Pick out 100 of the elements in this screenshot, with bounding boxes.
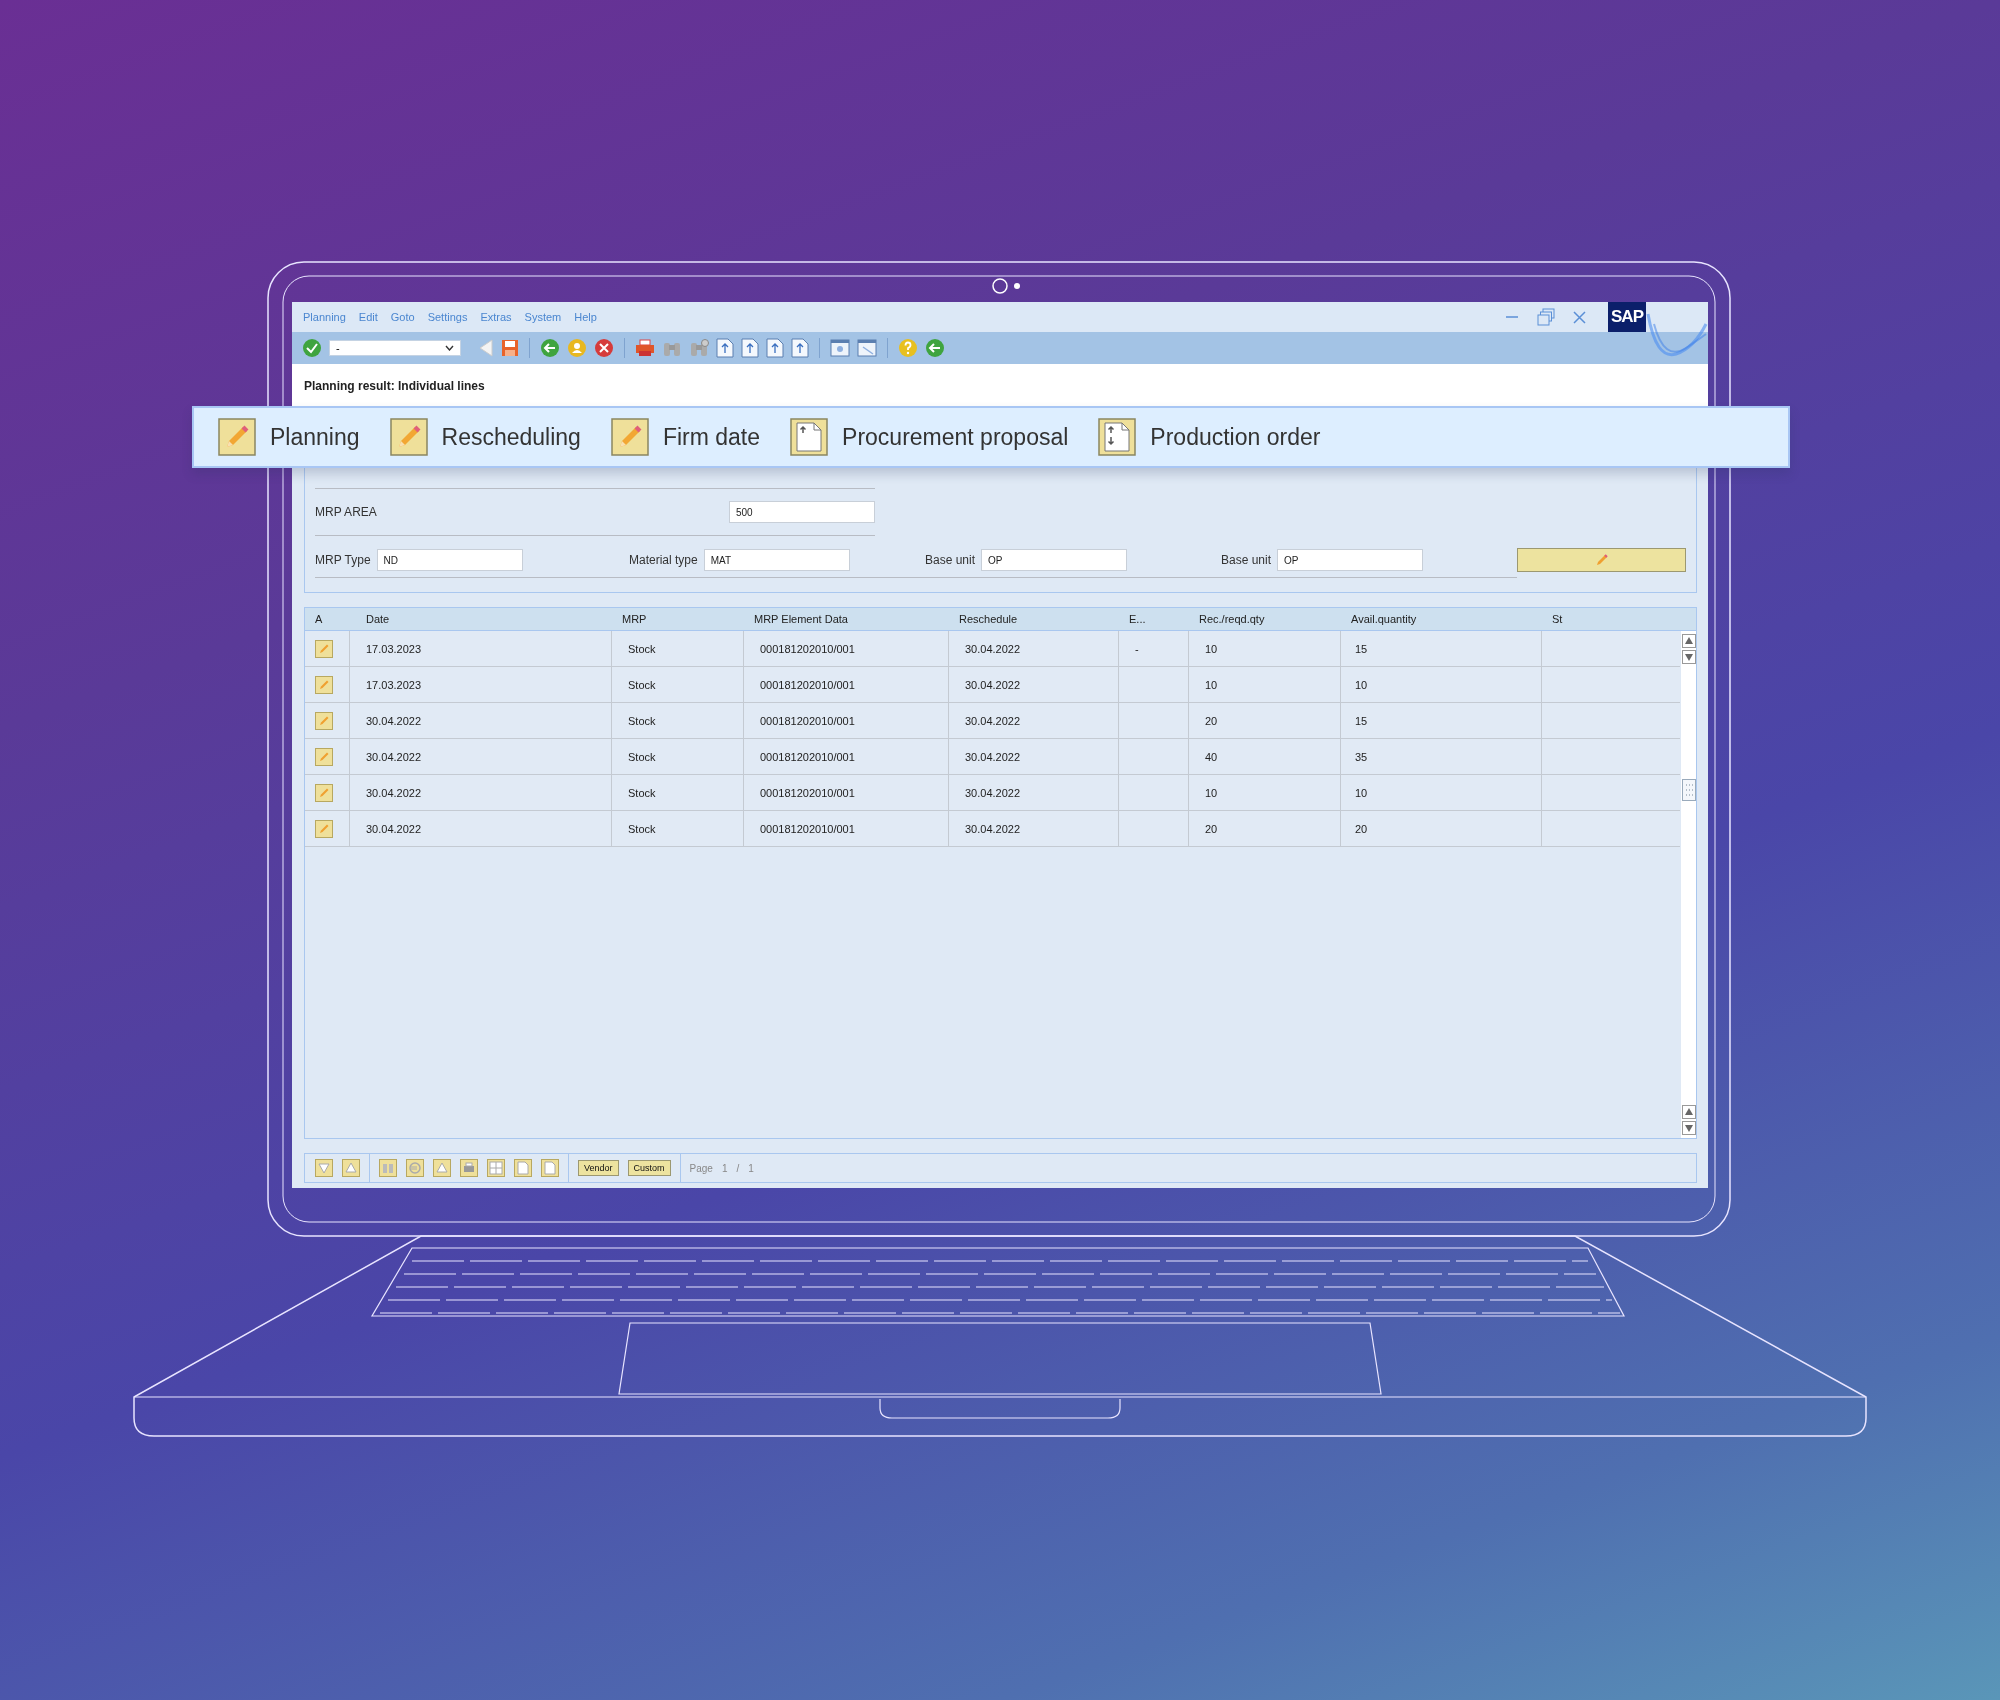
scroll-handle-icon[interactable] <box>1681 778 1696 801</box>
column-header[interactable]: E... <box>1119 613 1189 625</box>
printer-icon[interactable] <box>635 339 655 357</box>
table-cell: 10 <box>1205 786 1218 799</box>
page-arrow-icon[interactable] <box>791 338 809 358</box>
action-button[interactable]: Rescheduling <box>389 418 581 456</box>
scroll-up-icon[interactable] <box>1681 634 1696 648</box>
scroll-up-icon[interactable] <box>1681 1105 1696 1119</box>
window-icon[interactable] <box>857 339 877 357</box>
edit-row-icon[interactable] <box>315 783 333 802</box>
table-cell: Stock <box>628 714 656 727</box>
table-cell: 10 <box>1205 678 1218 691</box>
calculator-icon[interactable] <box>487 1159 505 1177</box>
input-field[interactable]: 500 <box>729 501 875 523</box>
window-icon[interactable] <box>830 339 850 357</box>
pencil-icon <box>1594 553 1609 567</box>
table-cell: 15 <box>1355 642 1368 655</box>
scroll-down-icon[interactable] <box>1681 1121 1696 1135</box>
toolbar-button[interactable]: Custom <box>627 1160 671 1176</box>
action-button[interactable]: Planning <box>218 418 360 456</box>
table-cell: Stock <box>628 678 656 691</box>
document-icon[interactable] <box>541 1159 559 1177</box>
help-icon[interactable] <box>898 338 918 358</box>
arrow-left-circle-icon[interactable] <box>925 338 945 358</box>
screen-title: Planning result: Individual lines <box>304 379 485 393</box>
document-icon <box>790 418 829 456</box>
printer-icon[interactable] <box>460 1159 478 1177</box>
table-cell: 000181202010/001 <box>760 822 855 835</box>
column-header[interactable]: St <box>1542 613 1680 625</box>
table-cell: 30.04.2022 <box>965 822 1021 835</box>
arrow-down-icon[interactable] <box>315 1159 333 1177</box>
document-icon <box>1098 418 1137 456</box>
column-header[interactable]: Date <box>350 613 612 625</box>
column-header[interactable]: Avail.quantity <box>1341 613 1542 625</box>
table-cell: 10 <box>1355 678 1368 691</box>
table-cell: 20 <box>1205 714 1218 727</box>
table-cell: 30.04.2022 <box>965 678 1021 691</box>
scroll-down-icon[interactable] <box>1681 650 1696 664</box>
input-field[interactable]: OP <box>981 548 1128 571</box>
page-arrow-icon[interactable] <box>716 338 734 358</box>
column-header[interactable]: Reschedule <box>949 613 1119 625</box>
chevron-down-icon <box>445 345 454 351</box>
edit-row-icon[interactable] <box>315 819 333 838</box>
edit-row-icon[interactable] <box>315 639 333 658</box>
table-cell: 30.04.2022 <box>965 642 1021 655</box>
action-button[interactable]: Production order <box>1098 418 1321 456</box>
column-header[interactable]: Rec./reqd.qty <box>1189 613 1341 625</box>
page-arrow-icon[interactable] <box>741 338 759 358</box>
table-cell: 35 <box>1355 750 1368 763</box>
pencil-icon <box>610 418 649 456</box>
save-icon[interactable] <box>501 339 519 357</box>
table-cell: 30.04.2022 <box>965 786 1021 799</box>
input-field[interactable]: OP <box>1277 548 1424 571</box>
close-icon[interactable] <box>1573 310 1587 324</box>
table-cell: 000181202010/001 <box>760 678 855 691</box>
document-icon[interactable] <box>514 1159 532 1177</box>
edit-row-icon[interactable] <box>315 747 333 766</box>
table-cell: 000181202010/001 <box>760 714 855 727</box>
table-cell: 000181202010/001 <box>760 750 855 763</box>
table-cell: 30.04.2022 <box>965 714 1021 727</box>
field-label: MRP AREA <box>315 505 377 519</box>
edit-button[interactable] <box>1517 548 1686 572</box>
table-cell: 17.03.2023 <box>366 678 422 691</box>
field-label: Base unit <box>1221 552 1272 567</box>
table-cell: 000181202010/001 <box>760 642 855 655</box>
table-cell: 10 <box>1355 786 1368 799</box>
page-number: 1 <box>721 1162 728 1174</box>
restore-icon[interactable] <box>1537 308 1556 326</box>
input-field[interactable]: MAT <box>703 548 850 571</box>
table-cell: 10 <box>1205 642 1218 655</box>
toolbar-button[interactable]: Vendor <box>578 1160 619 1176</box>
page-arrow-icon[interactable] <box>766 338 784 358</box>
page-label: Page <box>689 1162 713 1174</box>
cancel-icon[interactable] <box>594 338 614 358</box>
input-field[interactable]: ND <box>376 548 523 571</box>
action-button[interactable]: Procurement proposal <box>790 418 1069 456</box>
field-label: MRP Type <box>315 552 371 567</box>
binoculars-icon[interactable] <box>689 339 709 357</box>
checkmark-icon[interactable] <box>302 338 322 358</box>
triangle-left-icon[interactable] <box>478 339 494 357</box>
edit-row-icon[interactable] <box>315 675 333 694</box>
command-dropdown[interactable]: - <box>329 340 461 356</box>
table-cell: - <box>1135 642 1139 655</box>
page-total: 1 <box>748 1162 754 1174</box>
table-cell: Stock <box>628 822 656 835</box>
column-header[interactable]: MRP <box>612 613 744 625</box>
arrow-left-circle-icon[interactable] <box>540 338 560 358</box>
action-button[interactable]: Firm date <box>610 418 761 456</box>
column-header[interactable]: MRP Element Data <box>744 613 949 625</box>
arrow-up-icon[interactable] <box>433 1159 451 1177</box>
column-header[interactable]: A <box>305 613 350 625</box>
table-cell: 15 <box>1355 714 1368 727</box>
table-cell: 17.03.2023 <box>366 642 422 655</box>
person-circle-icon[interactable] <box>567 338 587 358</box>
edit-row-icon[interactable] <box>315 711 333 730</box>
field-label: Base unit <box>925 552 976 567</box>
scrollbar[interactable] <box>1681 631 1696 1138</box>
arrow-up-icon[interactable] <box>342 1159 360 1177</box>
binoculars-icon[interactable] <box>379 1159 397 1177</box>
table-cell: 30.04.2022 <box>366 786 422 799</box>
